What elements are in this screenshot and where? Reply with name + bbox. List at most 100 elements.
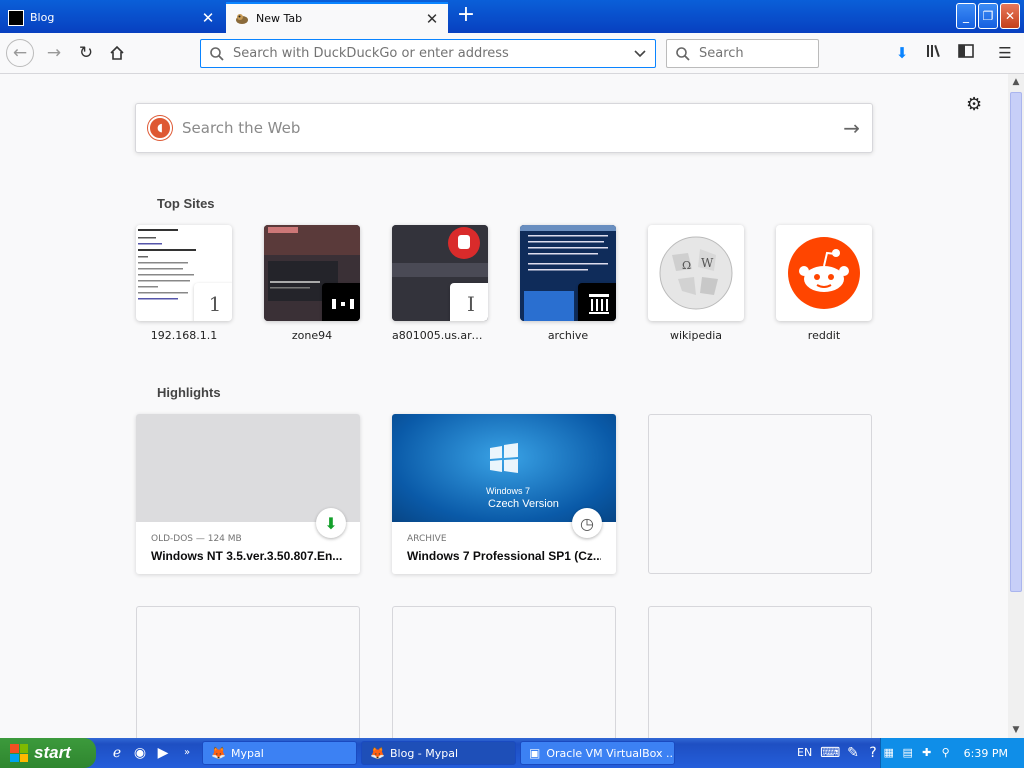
site-thumbnail [520,225,616,321]
site-thumbnail: Ω W [648,225,744,321]
image-caption-version: Czech Version [488,498,559,510]
menu-icon[interactable]: ☰ [995,43,1015,63]
site-thumbnail [776,225,872,321]
tab-label: Blog [30,11,55,24]
tab-blog[interactable]: Blog ✕ [0,2,224,33]
tab-new-tab[interactable]: New Tab ✕ [226,2,448,33]
site-thumbnail: 1 [136,225,232,321]
highlight-placeholder [648,606,872,738]
arrow-right-icon[interactable]: → [843,116,860,140]
top-site-tile[interactable]: Ω W wikipedia [648,225,744,342]
highlight-placeholder [392,606,616,738]
download-icon: ⬇ [316,508,346,538]
tab-strip: Blog ✕ New Tab ✕ + _ ❐ ✕ [0,0,1024,33]
nav-toolbar: ← → ↻ Search with DuckDuckGo or enter ad… [0,33,1024,74]
duckduckgo-logo-icon: ◖ [148,116,172,140]
highlight-context: OLD-DOS — 124 MB [151,534,242,544]
highlight-card[interactable]: ⬇ OLD-DOS — 124 MB Windows NT 3.5.ver.3.… [136,414,360,574]
site-badge: I [450,283,488,321]
scrollbar-thumb[interactable] [1010,92,1022,592]
top-sites-title: Top Sites [157,196,215,211]
windows-flag-icon [10,744,28,762]
input-tool-icon[interactable]: ✎ [844,744,862,762]
web-search-box[interactable]: ◖ Search the Web → [135,103,873,153]
minimize-button[interactable]: _ [956,3,976,29]
vertical-scrollbar[interactable]: ▲ ▼ [1008,74,1024,738]
new-tab-button[interactable]: + [454,4,478,28]
restore-button[interactable]: ❐ [978,3,998,29]
highlight-placeholder [648,414,872,574]
mypal-app-icon: 🦊 [211,746,226,760]
sidebar-icon[interactable] [956,43,976,63]
downloads-icon[interactable]: ⬇ [892,43,912,63]
chevron-down-icon[interactable] [633,49,647,59]
top-site-tile[interactable]: zone94 [264,225,360,342]
reddit-logo-icon [788,237,860,309]
url-placeholder: Search with DuckDuckGo or enter address [233,46,509,61]
start-label: start [34,743,71,762]
search-placeholder: Search [699,46,744,61]
blog-favicon-icon [8,9,24,26]
search-icon [676,46,690,61]
site-label: a801005.us.archi... [392,329,488,342]
top-site-tile[interactable]: 1 192.168.1.1 [136,225,232,342]
more-quicklaunch-icon[interactable]: » [178,744,196,762]
highlight-image: Windows 7 Czech Version [392,414,616,522]
home-icon [110,45,124,60]
taskbar-button-label: Mypal [231,746,264,760]
taskbar-button-blog[interactable]: 🦊 Blog - Mypal [361,741,516,765]
start-button[interactable]: start [0,738,96,768]
keyboard-icon[interactable]: ⌨ [820,744,840,762]
mypal-favicon-icon [234,11,250,27]
svg-text:Ω: Ω [682,259,691,272]
site-label: zone94 [291,329,333,342]
network-icon[interactable]: ▤ [901,746,915,760]
clock-icon: ◷ [572,508,602,538]
top-site-tile[interactable]: reddit [776,225,872,342]
url-bar[interactable]: Search with DuckDuckGo or enter address [200,39,656,68]
tab-label: New Tab [256,12,303,25]
reload-button[interactable]: ↻ [72,39,100,67]
highlight-image [136,414,360,522]
home-button[interactable] [103,39,131,67]
clock: 6:39 PM [963,746,1008,760]
back-button[interactable]: ← [6,39,34,67]
archive-favicon-icon [578,283,616,321]
close-icon[interactable]: ✕ [200,10,216,26]
taskbar-button-virtualbox[interactable]: ▣ Oracle VM VirtualBox ... [520,741,675,765]
highlight-title: Windows 7 Professional SP1 (Cz... [407,549,601,563]
scroll-down-arrow-icon[interactable]: ▼ [1008,722,1024,738]
new-tab-page: ⚙ ◖ Search the Web → Top Sites 1 192.168… [0,74,1008,738]
browser-quicklaunch-icon[interactable]: ◉ [131,744,149,762]
gear-icon[interactable]: ⚙ [966,94,982,115]
taskbar-button-mypal[interactable]: 🦊 Mypal [202,741,357,765]
web-search-placeholder: Search the Web [182,119,301,137]
highlight-context: ARCHIVE [407,534,447,544]
media-player-icon[interactable]: ▶ [154,744,172,762]
site-label: wikipedia [669,329,722,342]
site-badge: 1 [194,283,232,321]
highlight-title: Windows NT 3.5.ver.3.50.807.En... [151,549,343,563]
library-icon[interactable] [925,43,945,63]
window-controls: _ ❐ ✕ [956,3,1020,29]
zone94-favicon-icon [322,283,360,321]
taskbar-button-label: Oracle VM VirtualBox ... [546,746,675,760]
top-site-tile[interactable]: I a801005.us.archi... [392,225,488,342]
scroll-up-arrow-icon[interactable]: ▲ [1008,74,1024,90]
network-icon[interactable]: ▦ [882,746,896,760]
mypal-app-icon: 🦊 [370,746,385,760]
internet-explorer-icon[interactable]: ℯ [108,744,126,762]
language-indicator[interactable]: EN [797,746,812,759]
svg-text:W: W [701,256,714,270]
forward-button[interactable]: → [40,39,68,67]
search-bar[interactable]: Search [666,39,819,68]
security-shield-icon[interactable]: ✚ [920,746,934,760]
top-site-tile[interactable]: archive [520,225,616,342]
highlight-card[interactable]: Windows 7 Czech Version ◷ ARCHIVE Window… [392,414,616,574]
search-icon [210,46,224,61]
virtualbox-app-icon: ▣ [529,746,541,760]
site-label: archive [547,329,589,342]
close-icon[interactable]: ✕ [424,11,440,27]
search-icon[interactable]: ⚲ [939,746,953,760]
close-window-button[interactable]: ✕ [1000,3,1020,29]
